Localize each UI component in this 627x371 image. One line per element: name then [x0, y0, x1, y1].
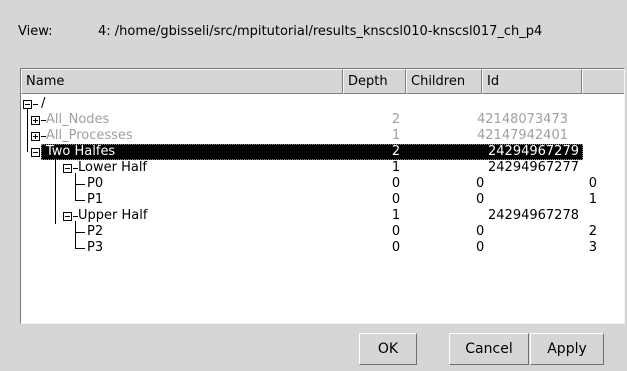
tree-item-depth: 1: [391, 128, 401, 143]
tree-item-id: 2: [588, 224, 597, 239]
view-label: View:: [18, 24, 53, 39]
tree-row-p0[interactable]: P0 0 0 0: [21, 173, 624, 192]
tree-item-name: /: [41, 96, 46, 111]
tree-item-children: 0: [476, 240, 485, 255]
tree-row-two-halfes[interactable]: Two Halfes 2 24294967279: [21, 144, 624, 160]
apply-button[interactable]: Apply: [530, 333, 604, 365]
tree-item-depth: 2: [391, 112, 401, 127]
tree-item-children: 0: [476, 176, 485, 191]
tree-item-name: P3: [87, 240, 104, 255]
tree-row-p3[interactable]: P3 0 0 3: [21, 240, 624, 256]
tree-item-id: 24294967277: [488, 160, 579, 175]
tree-item-id: 24294967278: [488, 208, 579, 223]
tree-row-upper-half[interactable]: Upper Half 1 24294967278: [21, 208, 624, 224]
cancel-button[interactable]: Cancel: [449, 333, 529, 365]
tree-item-children: 0: [476, 192, 485, 207]
column-header-name[interactable]: Name: [21, 69, 343, 94]
view-path: 4: /home/gbisseli/src/mpitutorial/result…: [98, 24, 543, 39]
tree-item-depth: 1: [391, 208, 401, 223]
expand-toggle-icon[interactable]: [31, 116, 40, 125]
tree-item-id: 42147942401: [477, 128, 568, 143]
tree-row-lower-half[interactable]: Lower Half 1 24294967277: [21, 157, 624, 224]
tree-row-root[interactable]: /: [21, 96, 624, 112]
tree-item-depth: 0: [391, 224, 401, 239]
tree-item-depth: 0: [391, 176, 401, 191]
tree-row-all-processes[interactable]: All_Processes 1 42147942401: [21, 128, 624, 144]
collapse-toggle-icon[interactable]: [63, 212, 72, 221]
tree-item-name: Upper Half: [78, 208, 148, 223]
column-header-filler: [582, 69, 624, 94]
column-header-id[interactable]: Id: [482, 69, 582, 94]
tree-item-children: 0: [476, 224, 485, 239]
tree-item-name: P0: [87, 176, 104, 191]
collapse-toggle-icon[interactable]: [63, 164, 72, 173]
hierarchy-tree[interactable]: Name Depth Children Id / All_Nodes 2 421…: [20, 68, 625, 324]
tree-item-id: 42148073473: [477, 112, 568, 127]
tree-item-id: 3: [588, 240, 597, 255]
tree-item-id: 1: [588, 192, 597, 207]
tree-row-p1[interactable]: P1 0 0 1: [21, 192, 624, 208]
tree-item-depth: 1: [391, 160, 401, 175]
tree-row-all-nodes[interactable]: All_Nodes 2 42148073473: [21, 109, 624, 128]
expand-toggle-icon[interactable]: [31, 132, 40, 141]
tree-item-depth: 2: [391, 144, 401, 159]
tree-item-id: 24294967279: [488, 144, 579, 159]
tree-item-depth: 0: [391, 240, 401, 255]
collapse-toggle-icon[interactable]: [23, 100, 32, 109]
tree-item-name: P1: [87, 192, 104, 207]
column-header-children[interactable]: Children: [406, 69, 482, 94]
tree-header: Name Depth Children Id: [21, 69, 624, 94]
tree-item-id: 0: [588, 176, 597, 191]
collapse-toggle-icon[interactable]: [31, 148, 40, 157]
tree-item-name: Lower Half: [78, 160, 148, 175]
tree-item-name: All_Nodes: [46, 112, 110, 127]
tree-row-p2[interactable]: P2 0 0 2: [21, 221, 624, 240]
tree-item-name: P2: [87, 224, 104, 239]
tree-item-depth: 0: [391, 192, 401, 207]
ok-button[interactable]: OK: [359, 333, 417, 365]
tree-item-name: All_Processes: [46, 128, 133, 143]
column-header-depth[interactable]: Depth: [343, 69, 406, 94]
tree-item-name: Two Halfes: [46, 144, 116, 159]
tree-rows: / All_Nodes 2 42148073473 All_Processes …: [21, 96, 624, 256]
